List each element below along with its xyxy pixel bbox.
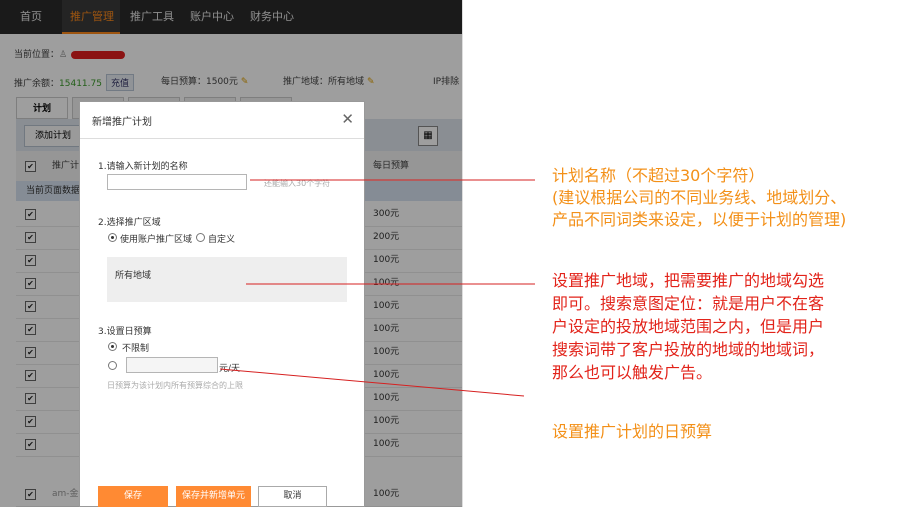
region-display-text: 所有地域: [115, 271, 152, 281]
annotation-region-line4: 搜索词带了客户投放的地域的地域词，: [552, 340, 825, 359]
dialog-title: 新增推广计划: [92, 117, 152, 128]
dialog-header: 新增推广计划 ✕: [80, 102, 364, 139]
plan-name-input[interactable]: [107, 174, 247, 190]
radio-custom-region-label[interactable]: 自定义: [208, 232, 235, 245]
radio-account-region[interactable]: [108, 233, 117, 242]
annotation-plan-name-line3: 产品不同词类来设定，以便于计划的管理): [552, 210, 847, 229]
annotation-budget: 设置推广计划的日预算: [552, 422, 713, 441]
region-label: 2.选择推广区域: [98, 218, 161, 228]
annotation-region-line2: 即可。搜索意图定位：就是用户不在客: [552, 294, 825, 313]
plan-name-hint: 还能输入30个字符: [264, 179, 331, 188]
save-and-add-unit-button[interactable]: 保存并新增单元: [176, 486, 251, 507]
radio-account-region-label[interactable]: 使用账户推广区域: [120, 232, 192, 245]
close-icon[interactable]: ✕: [341, 110, 354, 128]
annotation-region-line3: 户设定的投放地域范围之内，但是用户: [552, 317, 825, 336]
region-display-box: 所有地域: [107, 257, 347, 302]
annotation-region-line5: 那么也可以触发广告。: [552, 363, 713, 382]
daily-budget-label: 3.设置日预算: [98, 327, 152, 337]
radio-no-limit[interactable]: [108, 342, 117, 351]
radio-set-budget[interactable]: [108, 361, 117, 370]
radio-custom-region[interactable]: [196, 233, 205, 242]
plan-name-label: 1.请输入新计划的名称: [98, 162, 188, 172]
save-button[interactable]: 保存: [98, 486, 168, 507]
annotation-region-line1: 设置推广地域，把需要推广的地域勾选: [552, 271, 825, 290]
budget-input[interactable]: [126, 357, 218, 373]
annotation-plan-name-title: 计划名称（不超过30个字符）: [552, 166, 765, 185]
cancel-button[interactable]: 取消: [258, 486, 327, 507]
budget-hint: 日预算为该计划内所有预算综合的上限: [107, 381, 243, 390]
app-window: 首页 推广管理 推广工具 账户中心 财务中心 当前位置：♙ 推广余额：15411…: [0, 0, 463, 507]
annotation-plan-name-line2: (建议根据公司的不同业务线、地域划分、: [552, 188, 847, 207]
new-plan-dialog: 新增推广计划 ✕ 1.请输入新计划的名称 还能输入30个字符 2.选择推广区域 …: [79, 101, 365, 507]
radio-no-limit-label[interactable]: 不限制: [122, 341, 149, 354]
budget-unit: 元/天: [219, 364, 241, 374]
